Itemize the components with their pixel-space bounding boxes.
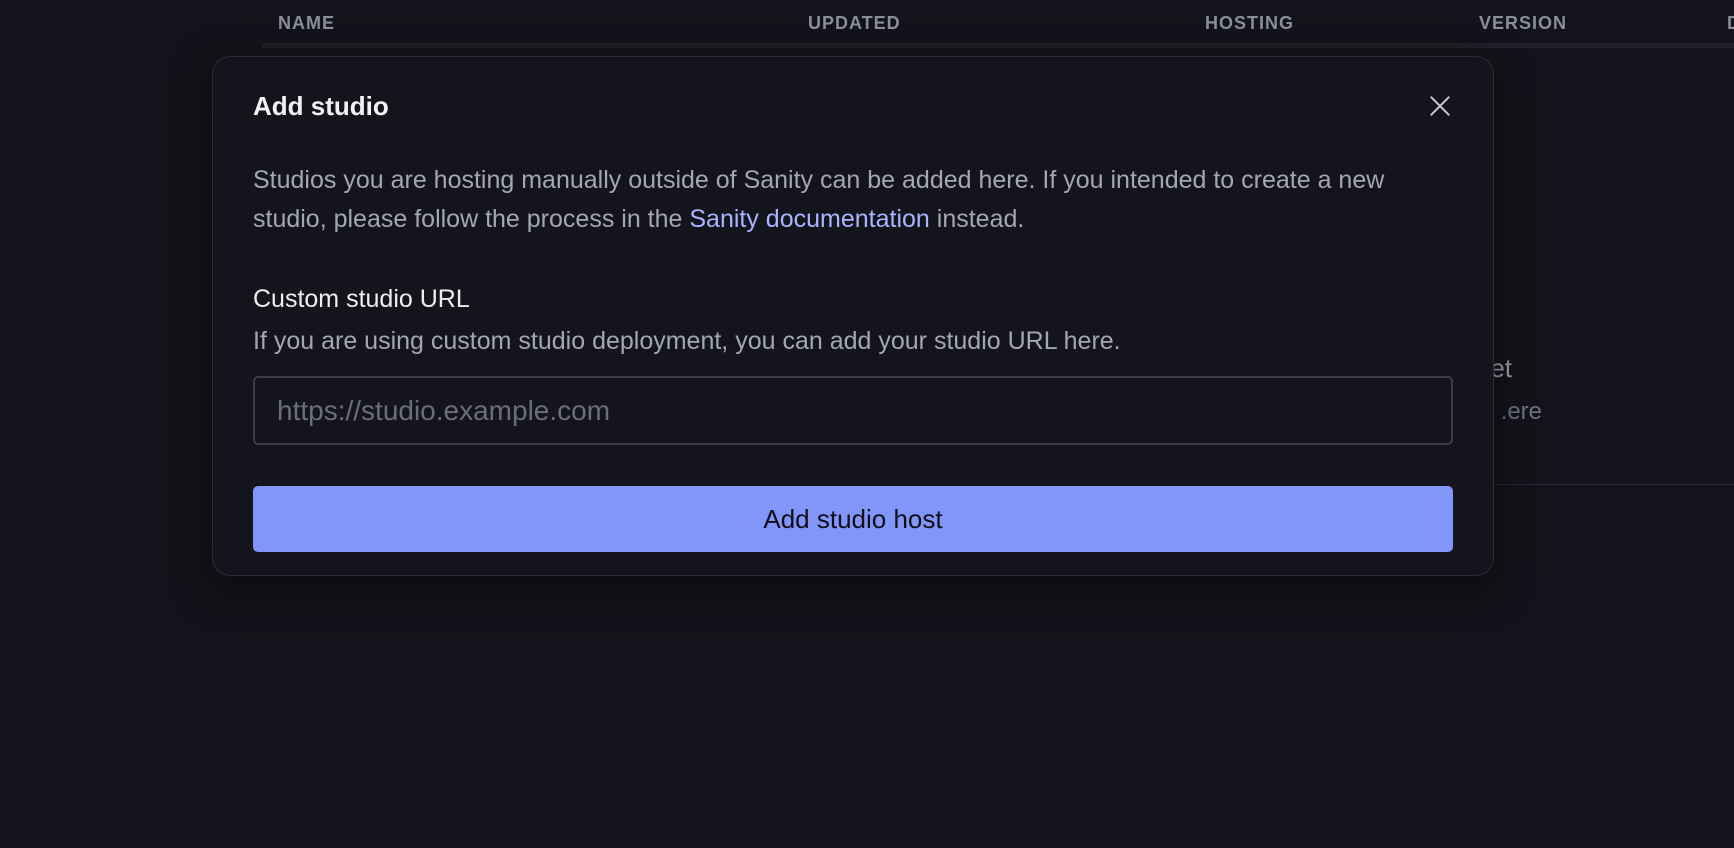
- column-header-truncated[interactable]: D: [1727, 13, 1734, 34]
- studios-table-header: NAME UPDATED HOSTING VERSION D: [262, 0, 1734, 48]
- column-header-hosting[interactable]: HOSTING: [1205, 13, 1294, 34]
- add-studio-dialog: Add studio Studios you are hosting manua…: [212, 56, 1494, 576]
- close-button[interactable]: [1423, 89, 1457, 123]
- custom-studio-url-description: If you are using custom studio deploymen…: [253, 327, 1121, 355]
- column-header-name[interactable]: NAME: [278, 13, 335, 34]
- custom-studio-url-label: Custom studio URL: [253, 285, 470, 313]
- sanity-documentation-link[interactable]: Sanity documentation: [689, 205, 929, 233]
- table-divider: [1490, 484, 1734, 485]
- studio-url-input[interactable]: [253, 376, 1453, 445]
- add-studio-host-button[interactable]: Add studio host: [253, 486, 1453, 552]
- close-icon: [1430, 96, 1450, 116]
- column-header-updated[interactable]: UPDATED: [808, 13, 901, 34]
- intro-text-after-link: instead.: [929, 205, 1025, 233]
- column-header-version[interactable]: VERSION: [1479, 13, 1567, 34]
- dialog-intro-text: Studios you are hosting manually outside…: [253, 161, 1453, 239]
- studios-page: NAME UPDATED HOSTING VERSION D et. ere. …: [0, 0, 1734, 848]
- dialog-title: Add studio: [253, 91, 389, 121]
